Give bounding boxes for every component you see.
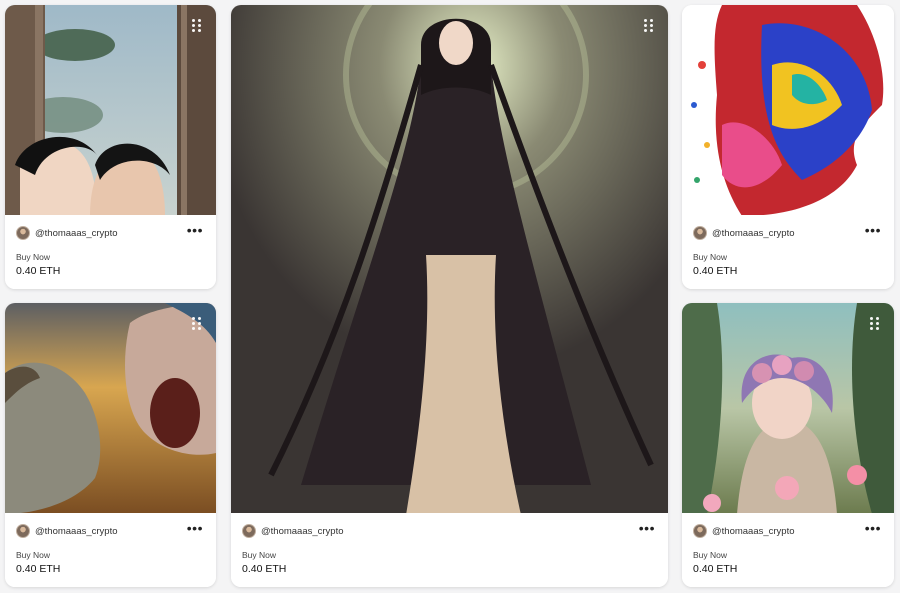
- owner-handle[interactable]: @thomaaas_crypto: [35, 526, 118, 537]
- nft-artwork-image[interactable]: [5, 303, 216, 514]
- card-footer: @thomaaas_crypto ••• Buy Now 0.40 ETH: [5, 215, 216, 289]
- more-options-icon[interactable]: •••: [639, 521, 655, 535]
- sale-status: Buy Now: [242, 550, 277, 560]
- owner-handle[interactable]: @thomaaas_crypto: [712, 228, 795, 239]
- card-footer: @thomaaas_crypto ••• Buy Now 0.40 ETH: [231, 513, 668, 587]
- nft-card[interactable]: @thomaaas_crypto ••• Buy Now 0.40 ETH: [682, 5, 894, 289]
- avatar[interactable]: [16, 524, 30, 538]
- price: 0.40 ETH: [16, 563, 61, 575]
- sale-status: Buy Now: [693, 550, 728, 560]
- owner-handle[interactable]: @thomaaas_crypto: [712, 526, 795, 537]
- price: 0.40 ETH: [693, 563, 738, 575]
- price: 0.40 ETH: [242, 563, 287, 575]
- more-options-icon[interactable]: •••: [187, 223, 203, 237]
- drag-handle-icon[interactable]: [192, 19, 202, 33]
- owner-info[interactable]: @thomaaas_crypto: [693, 226, 795, 240]
- more-options-icon[interactable]: •••: [865, 521, 881, 535]
- avatar[interactable]: [693, 524, 707, 538]
- owner-info[interactable]: @thomaaas_crypto: [242, 524, 344, 538]
- card-footer: @thomaaas_crypto ••• Buy Now 0.40 ETH: [5, 513, 216, 587]
- nft-card[interactable]: @thomaaas_crypto ••• Buy Now 0.40 ETH: [5, 5, 216, 289]
- nft-artwork-image[interactable]: [5, 5, 216, 216]
- more-options-icon[interactable]: •••: [865, 223, 881, 237]
- sale-status: Buy Now: [693, 252, 728, 262]
- sale-status: Buy Now: [16, 550, 51, 560]
- more-options-icon[interactable]: •••: [187, 521, 203, 535]
- avatar[interactable]: [693, 226, 707, 240]
- sale-status: Buy Now: [16, 252, 51, 262]
- nft-artwork-image[interactable]: [682, 5, 894, 216]
- nft-artwork-image[interactable]: [682, 303, 894, 514]
- nft-card[interactable]: @thomaaas_crypto ••• Buy Now 0.40 ETH: [5, 303, 216, 587]
- avatar[interactable]: [242, 524, 256, 538]
- nft-card[interactable]: @thomaaas_crypto ••• Buy Now 0.40 ETH: [682, 303, 894, 587]
- nft-artwork-image[interactable]: [231, 5, 668, 515]
- owner-info[interactable]: @thomaaas_crypto: [16, 226, 118, 240]
- owner-handle[interactable]: @thomaaas_crypto: [261, 526, 344, 537]
- owner-info[interactable]: @thomaaas_crypto: [693, 524, 795, 538]
- nft-card[interactable]: @thomaaas_crypto ••• Buy Now 0.40 ETH: [231, 5, 668, 587]
- drag-handle-icon[interactable]: [644, 19, 654, 33]
- price: 0.40 ETH: [16, 265, 61, 277]
- drag-handle-icon[interactable]: [192, 317, 202, 331]
- avatar[interactable]: [16, 226, 30, 240]
- drag-handle-icon[interactable]: [870, 317, 880, 331]
- price: 0.40 ETH: [693, 265, 738, 277]
- card-footer: @thomaaas_crypto ••• Buy Now 0.40 ETH: [682, 215, 894, 289]
- owner-handle[interactable]: @thomaaas_crypto: [35, 228, 118, 239]
- owner-info[interactable]: @thomaaas_crypto: [16, 524, 118, 538]
- card-footer: @thomaaas_crypto ••• Buy Now 0.40 ETH: [682, 513, 894, 587]
